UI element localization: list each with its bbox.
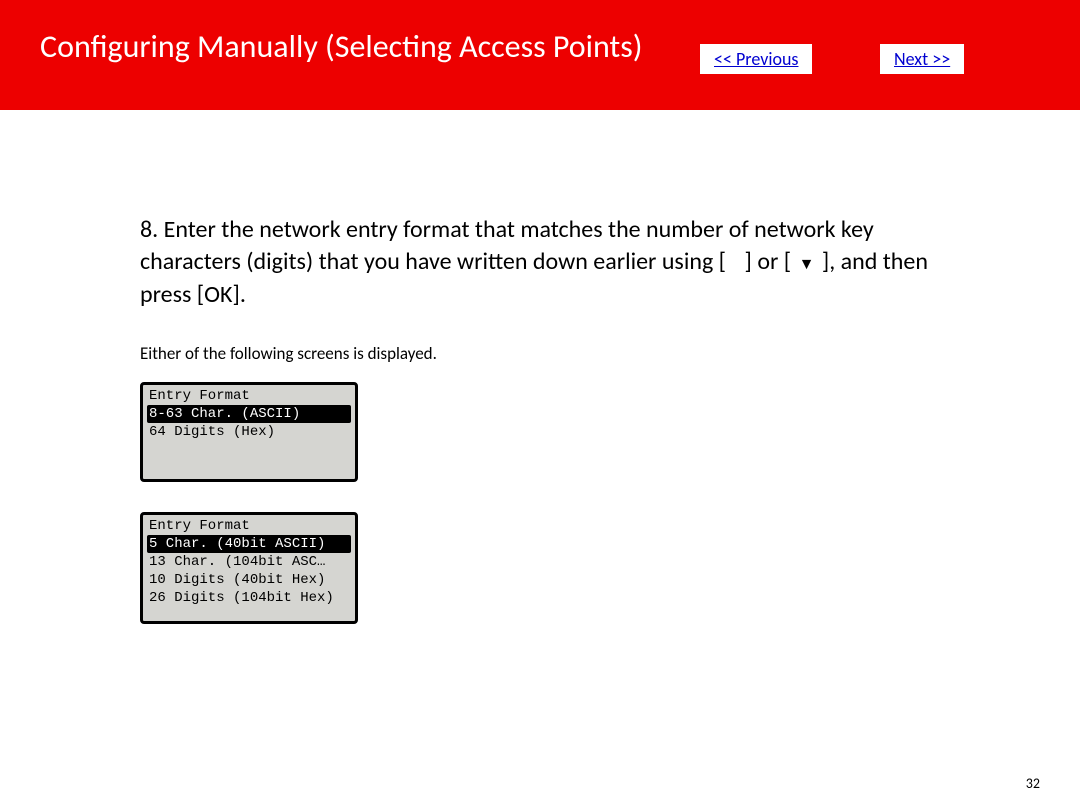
lcd1-title: Entry Format bbox=[143, 387, 355, 405]
up-arrow-icon bbox=[731, 257, 739, 273]
lcd2-row-3: 26 Digits (104bit Hex) bbox=[143, 589, 355, 607]
step-instruction: 8. Enter the network entry format that m… bbox=[140, 214, 960, 311]
lcd1-row-0: 8-63 Char. (ASCII) bbox=[147, 405, 351, 423]
page: Configuring Manually (Selecting Access P… bbox=[0, 0, 1080, 810]
page-number: 32 bbox=[1026, 775, 1040, 792]
lcd-screen-2: Entry Format 5 Char. (40bit ASCII) 13 Ch… bbox=[140, 512, 358, 624]
content-area: 8. Enter the network entry format that m… bbox=[0, 214, 1080, 624]
lcd1-row-1: 64 Digits (Hex) bbox=[143, 423, 355, 441]
lcd2-row-0: 5 Char. (40bit ASCII) bbox=[147, 535, 351, 553]
step-text-mid1: ] or [ bbox=[745, 247, 792, 276]
lcd2-row-2: 10 Digits (40bit Hex) bbox=[143, 571, 355, 589]
lcd2-title: Entry Format bbox=[143, 517, 355, 535]
down-arrow-icon: ▼ bbox=[797, 257, 817, 273]
header-bar: Configuring Manually (Selecting Access P… bbox=[0, 0, 1080, 110]
next-button[interactable]: Next >> bbox=[880, 44, 964, 74]
lcd2-row-1: 13 Char. (104bit ASC… bbox=[143, 553, 355, 571]
previous-button[interactable]: << Previous bbox=[700, 44, 812, 74]
screens-note: Either of the following screens is displ… bbox=[140, 343, 1040, 364]
lcd-screen-1: Entry Format 8-63 Char. (ASCII) 64 Digit… bbox=[140, 382, 358, 482]
